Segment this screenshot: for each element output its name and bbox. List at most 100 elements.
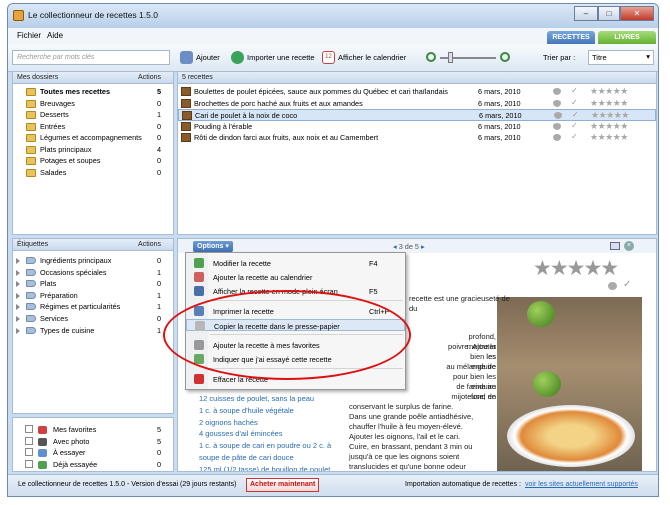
smart-list-item[interactable]: Mes favorites 5 (13, 424, 173, 436)
menu-file[interactable]: Fichier (17, 31, 41, 40)
close-detail-icon[interactable]: × (624, 241, 634, 251)
label-item[interactable]: Types de cuisine 1 (13, 325, 173, 337)
next-arrow-icon[interactable]: ▸ (421, 242, 425, 251)
import-button[interactable]: Importer une recette (231, 51, 315, 64)
label-name: Services (40, 314, 68, 323)
label-item[interactable]: Plats 0 (13, 278, 173, 290)
close-button[interactable]: ✕ (620, 6, 654, 21)
folder-icon (26, 145, 36, 154)
sort-label: Trier par : (543, 53, 576, 62)
recipe-row[interactable]: Rôti de dindon farci aux fruits, aux noi… (178, 132, 656, 144)
folder-item[interactable]: Plats principaux 4 (13, 144, 173, 156)
folder-icon (26, 99, 36, 108)
favorite-icon[interactable] (608, 282, 617, 290)
menu-help[interactable]: Aide (47, 31, 63, 40)
rating-stars[interactable]: ★★★★★ (590, 132, 628, 143)
options-button[interactable]: Options ▾ (193, 241, 233, 252)
folders-actions-button[interactable]: Actions (138, 74, 161, 81)
menu-item-1[interactable]: Modifier la recette F4 (186, 257, 405, 269)
rating-stars[interactable]: ★★★★★ (590, 86, 628, 97)
label-item[interactable]: Préparation 1 (13, 290, 173, 302)
menu-item-shortcut: F4 (369, 259, 378, 268)
rating-stars[interactable]: ★★★★★ (590, 98, 628, 109)
fullscreen-icon (194, 286, 204, 296)
label-item[interactable]: Ingrédients principaux 0 (13, 255, 173, 267)
description-line: Ajouter les oignons, l'ail et le cari. (349, 432, 461, 441)
add-button[interactable]: Ajouter (180, 51, 220, 64)
expand-arrow-icon[interactable] (16, 281, 20, 288)
maximize-button[interactable]: □ (598, 6, 620, 21)
zoom-in-icon[interactable] (500, 52, 510, 62)
favorite-icon[interactable] (553, 88, 561, 95)
rating-stars[interactable]: ★★★★★ (590, 121, 628, 132)
prev-arrow-icon[interactable]: ◂ (393, 242, 397, 251)
checkbox[interactable] (25, 459, 33, 468)
labels-actions-button[interactable]: Actions (138, 241, 161, 248)
menu-item-label: Ajouter la recette au calendrier (213, 273, 313, 282)
buy-now-button[interactable]: Acheter maintenant (246, 478, 320, 492)
zoom-slider-thumb[interactable] (448, 52, 453, 63)
zoom-out-icon[interactable] (426, 52, 436, 62)
folder-item[interactable]: Potages et soupes 0 (13, 155, 173, 167)
expand-arrow-icon[interactable] (16, 316, 20, 322)
apple-image (533, 371, 561, 397)
fullscreen-icon[interactable] (610, 242, 620, 250)
tab-books[interactable]: LIVRES (598, 31, 656, 45)
calendar-button[interactable]: 12 Afficher le calendrier (322, 51, 406, 64)
label-item[interactable]: Occasions spéciales 1 (13, 267, 173, 279)
minimize-button[interactable]: – (574, 6, 598, 21)
recipe-date: 6 mars, 2010 (478, 87, 521, 96)
folder-item[interactable]: Desserts 1 (13, 109, 173, 121)
expand-arrow-icon[interactable] (16, 327, 20, 334)
folder-item[interactable]: Toutes mes recettes 5 (13, 86, 173, 98)
favorite-icon[interactable] (553, 134, 561, 141)
tag-icon (26, 326, 36, 334)
smart-list-item[interactable]: Avec photo 5 (13, 436, 173, 448)
checkbox[interactable] (25, 448, 33, 456)
smart-list-item[interactable]: Déjà essayée 0 (13, 459, 173, 471)
expand-arrow-icon[interactable] (16, 304, 20, 311)
folder-item[interactable]: Entrées 0 (13, 121, 173, 133)
recipe-thumbnail (181, 98, 191, 108)
recipe-row[interactable]: Boulettes de poulet épicées, sauce aux p… (178, 86, 656, 98)
folder-label: Plats principaux (40, 144, 92, 154)
favorite-icon[interactable] (553, 122, 561, 130)
sort-select[interactable]: Titre ▾ (588, 50, 654, 65)
rating-stars[interactable]: ★★★★★ (591, 110, 629, 121)
smart-list-label: À essayer (53, 448, 86, 457)
search-input[interactable]: Recherche par mots clés (12, 50, 170, 65)
tried-check-icon[interactable]: ✓ (571, 121, 578, 130)
label-item[interactable]: Services 0 (13, 313, 173, 325)
smart-lists-panel: Mes favorites 5 Avec photo 5 À essayer 0 Déjà … (12, 417, 174, 472)
expand-arrow-icon[interactable] (16, 258, 20, 264)
folders-header: Mes dossiers Actions (13, 72, 173, 84)
checkbox[interactable] (25, 425, 33, 433)
ingredient-line: 125 ml (1/2 tasse) de bouillon de poulet (199, 464, 331, 472)
smart-list-item[interactable]: À essayer 0 (13, 447, 173, 459)
folder-item[interactable]: Breuvages 0 (13, 98, 173, 110)
tab-recipes[interactable]: RECETTES (547, 31, 595, 45)
window-title: Le collectionneur de recettes 1.5.0 (28, 10, 158, 20)
recipe-row[interactable]: Cari de poulet à la noix de coco 6 mars, … (178, 109, 656, 121)
detail-rating-stars[interactable]: ★★★★★ (533, 256, 619, 281)
expand-arrow-icon[interactable] (16, 269, 20, 276)
label-item[interactable]: Régimes et particularités 1 (13, 301, 173, 313)
tried-check-icon[interactable]: ✓ (571, 98, 578, 107)
recipe-row[interactable]: Brochettes de porc haché aux fruits et a… (178, 98, 656, 110)
folder-item[interactable]: Légumes et accompagnements 0 (13, 132, 173, 144)
folder-label: Entrées (40, 121, 66, 131)
tried-check-icon[interactable]: ✓ (623, 279, 631, 290)
folder-item[interactable]: Salades 0 (13, 167, 173, 179)
favorite-icon[interactable] (553, 99, 561, 107)
tried-check-icon[interactable]: ✓ (571, 86, 578, 95)
recipe-row[interactable]: Pouding à l'érable 6 mars, 2010 ✓ ★★★★★ (178, 121, 656, 133)
supported-sites-link[interactable]: voir les sites actuellement supportés (525, 481, 638, 488)
tried-check-icon[interactable]: ✓ (572, 110, 579, 119)
favorite-icon[interactable] (554, 112, 562, 119)
folder-icon (26, 157, 36, 165)
expand-arrow-icon[interactable] (16, 292, 20, 299)
checkbox[interactable] (25, 436, 33, 445)
recipe-name: Cari de poulet à la noix de coco (195, 111, 298, 120)
tried-check-icon[interactable]: ✓ (571, 132, 578, 141)
menu-item-2[interactable]: Ajouter la recette au calendrier (186, 271, 405, 283)
